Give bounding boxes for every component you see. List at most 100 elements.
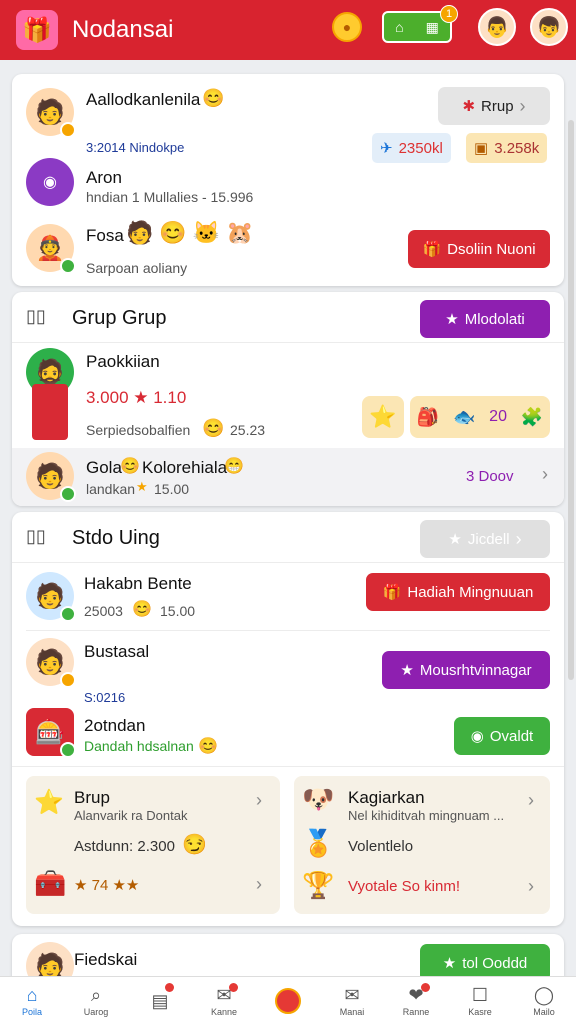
emoji-icon: 😊 <box>198 738 218 755</box>
avatar[interactable]: ◉ <box>26 158 74 206</box>
app-title: Nodansai <box>72 16 174 43</box>
avatar[interactable]: 🧑 <box>26 638 76 688</box>
nav-label: Kasre <box>468 1006 492 1017</box>
emoji-icon: 😏 <box>182 834 207 856</box>
star-badge-icon[interactable]: ⭐ <box>362 396 404 438</box>
gift-icon: 🎁 <box>422 241 442 258</box>
user-name: Gola <box>86 458 122 477</box>
user-name: Bustasal <box>84 642 150 661</box>
red-action-button[interactable]: 🎁 Dsoliin Nuoni <box>408 230 550 268</box>
stat-chip[interactable]: ▣ 3.258k <box>466 133 548 163</box>
star-icon: ★ <box>448 531 462 548</box>
user-subtitle: S:0216 <box>84 690 126 705</box>
green-action-button[interactable]: ◉ Ovaldt <box>454 717 550 755</box>
disabled-action-button[interactable]: ★ Jicdell › <box>420 520 550 558</box>
nav-mail[interactable]: ✉ Manai <box>320 977 384 1024</box>
nav-label: Poila <box>21 1006 42 1017</box>
nav-profile[interactable]: ◯ Mailo <box>512 977 576 1024</box>
user-name: Fosa <box>86 226 124 245</box>
nav-label: Mailo <box>533 1006 555 1017</box>
weekly-card: ▯▯ Stdo Uing ★ Jicdell › 🧑 Hakabn Bente … <box>12 512 564 926</box>
panel-line: Volentlelo <box>348 838 414 855</box>
avatar[interactable]: 🧑 <box>26 572 76 622</box>
nav-document[interactable]: ▤ <box>128 977 192 1024</box>
notification-dot <box>229 983 238 992</box>
coin-icon[interactable]: ● <box>332 12 362 42</box>
reward-strip[interactable]: 🎒 🐟 20 🧩 <box>410 396 550 438</box>
avatar[interactable]: 👲 <box>26 224 76 274</box>
purple-button-label: Mlodolati <box>464 310 525 328</box>
user-subtitle: 25003 <box>84 603 123 619</box>
nav-chat[interactable]: ✉ Kanne <box>192 977 256 1024</box>
divider <box>12 562 564 563</box>
stat-chip[interactable]: ✈ 2350kl <box>372 133 451 163</box>
purple-action-button[interactable]: ★ Mlodolati <box>420 300 550 338</box>
scrollbar[interactable] <box>568 120 574 680</box>
avatar[interactable]: 🎰 <box>26 708 76 758</box>
purple-action-button[interactable]: ★ Mousrhtvinnagar <box>382 651 550 689</box>
nav-home[interactable]: ⌂ Poila <box>0 977 64 1024</box>
dog-icon: 🐶 <box>302 784 335 814</box>
weekly-gift-button[interactable]: 🎁 Hadiah Mingnuuan <box>366 573 550 611</box>
app-header: 🎁 Nodansai ● ⌂ ▦ 1 👨 👦 <box>0 0 576 60</box>
green-button-label: tol Ooddd <box>462 954 528 972</box>
mail-icon: ✉ <box>344 984 360 1005</box>
panel-value: Astdunn: 2.300 <box>74 838 175 855</box>
ghost-button-label: Jicdell <box>467 530 510 548</box>
rewards-panel[interactable]: 🐶 Kagiarkan Nel kihiditvah mingnuam ... … <box>294 776 550 914</box>
app-logo[interactable]: 🎁 <box>16 10 58 50</box>
user-subtitle: Dandah hdsalnan <box>84 738 194 754</box>
user-subtitle: hndian 1 Mullalies - 15.996 <box>86 189 254 205</box>
shop-pill-button[interactable]: ⌂ ▦ 1 <box>382 5 458 43</box>
purple-button-label: Mousrhtvinnagar <box>419 661 532 679</box>
status-dot <box>60 258 76 274</box>
nav-search[interactable]: ⌕ Uarog <box>64 977 128 1024</box>
group-panel[interactable]: ⭐ Brup Alanvarik ra Dontak › Astdunn: 2.… <box>26 776 280 914</box>
status-dot <box>60 486 76 502</box>
chat-bubble-icon: ☐ <box>471 984 489 1005</box>
grup-button-label: Rrup <box>481 97 514 115</box>
star-icon: ★ <box>445 311 459 328</box>
chevron-right-icon: › <box>519 95 526 116</box>
user-name: Fiedskai <box>74 950 138 969</box>
grup-button[interactable]: ✱ Rrup › <box>438 87 550 125</box>
avatar[interactable]: 👦 <box>530 8 568 46</box>
chevron-right-icon: › <box>256 874 262 894</box>
emoji-icon: 😊 <box>202 88 225 108</box>
nav-center-action[interactable] <box>256 977 320 1024</box>
notification-dot <box>165 983 174 992</box>
user-name: Aallodkanlenila <box>86 90 201 109</box>
user-name: 2otndan <box>84 716 146 735</box>
panel-rating: ★ 74 ★★ <box>74 877 140 894</box>
divider <box>12 766 564 767</box>
avatar[interactable]: 👨 <box>478 8 516 46</box>
user-score: 3.000 ★ 1.10 <box>86 388 187 407</box>
user-subtitle: landkan <box>86 481 136 497</box>
green-button-label: Ovaldt <box>489 727 534 745</box>
user-subtitle: Serpiedsobalfien <box>86 422 191 438</box>
group-icon: ▯▯ <box>26 306 46 326</box>
avatar[interactable]: 🧑 <box>26 452 76 502</box>
chevron-right-icon: › <box>528 790 534 810</box>
status-dot <box>60 606 76 622</box>
chip-value: 2350kl <box>398 139 443 157</box>
nav-messages[interactable]: ☐ Kasre <box>448 977 512 1024</box>
star-icon: ★ <box>442 955 457 972</box>
star-icon: ✱ <box>462 98 476 115</box>
chest-icon: 🧰 <box>34 868 67 898</box>
section-title: Stdo Uing <box>72 527 160 549</box>
nav-label: Manai <box>339 1006 365 1017</box>
status-dot <box>60 672 76 688</box>
list-item[interactable]: 🧑 Gola 😊 Kolorehiala 😁 landkan ★ 15.00 3… <box>12 448 564 506</box>
grid-icon: ▦ <box>425 18 439 35</box>
nav-gift[interactable]: ❤ Ranne <box>384 977 448 1024</box>
avatar[interactable]: 🧑 <box>26 88 76 138</box>
emoji-icon: 😊 <box>132 601 152 618</box>
emoji-row: 🧑😊🐱🐹 <box>126 220 260 245</box>
nav-label: Uarog <box>83 1006 109 1017</box>
bottom-nav: ⌂ Poila ⌕ Uarog ▤ ✉ Kanne ✉ Manai ❤ Rann… <box>0 976 576 1024</box>
vending-machine-icon <box>32 384 68 440</box>
home-icon: ⌂ <box>26 984 38 1005</box>
row-right-value: 3 Doov <box>466 468 514 485</box>
user-stats: 3:2014 Nindokpe <box>86 140 185 155</box>
